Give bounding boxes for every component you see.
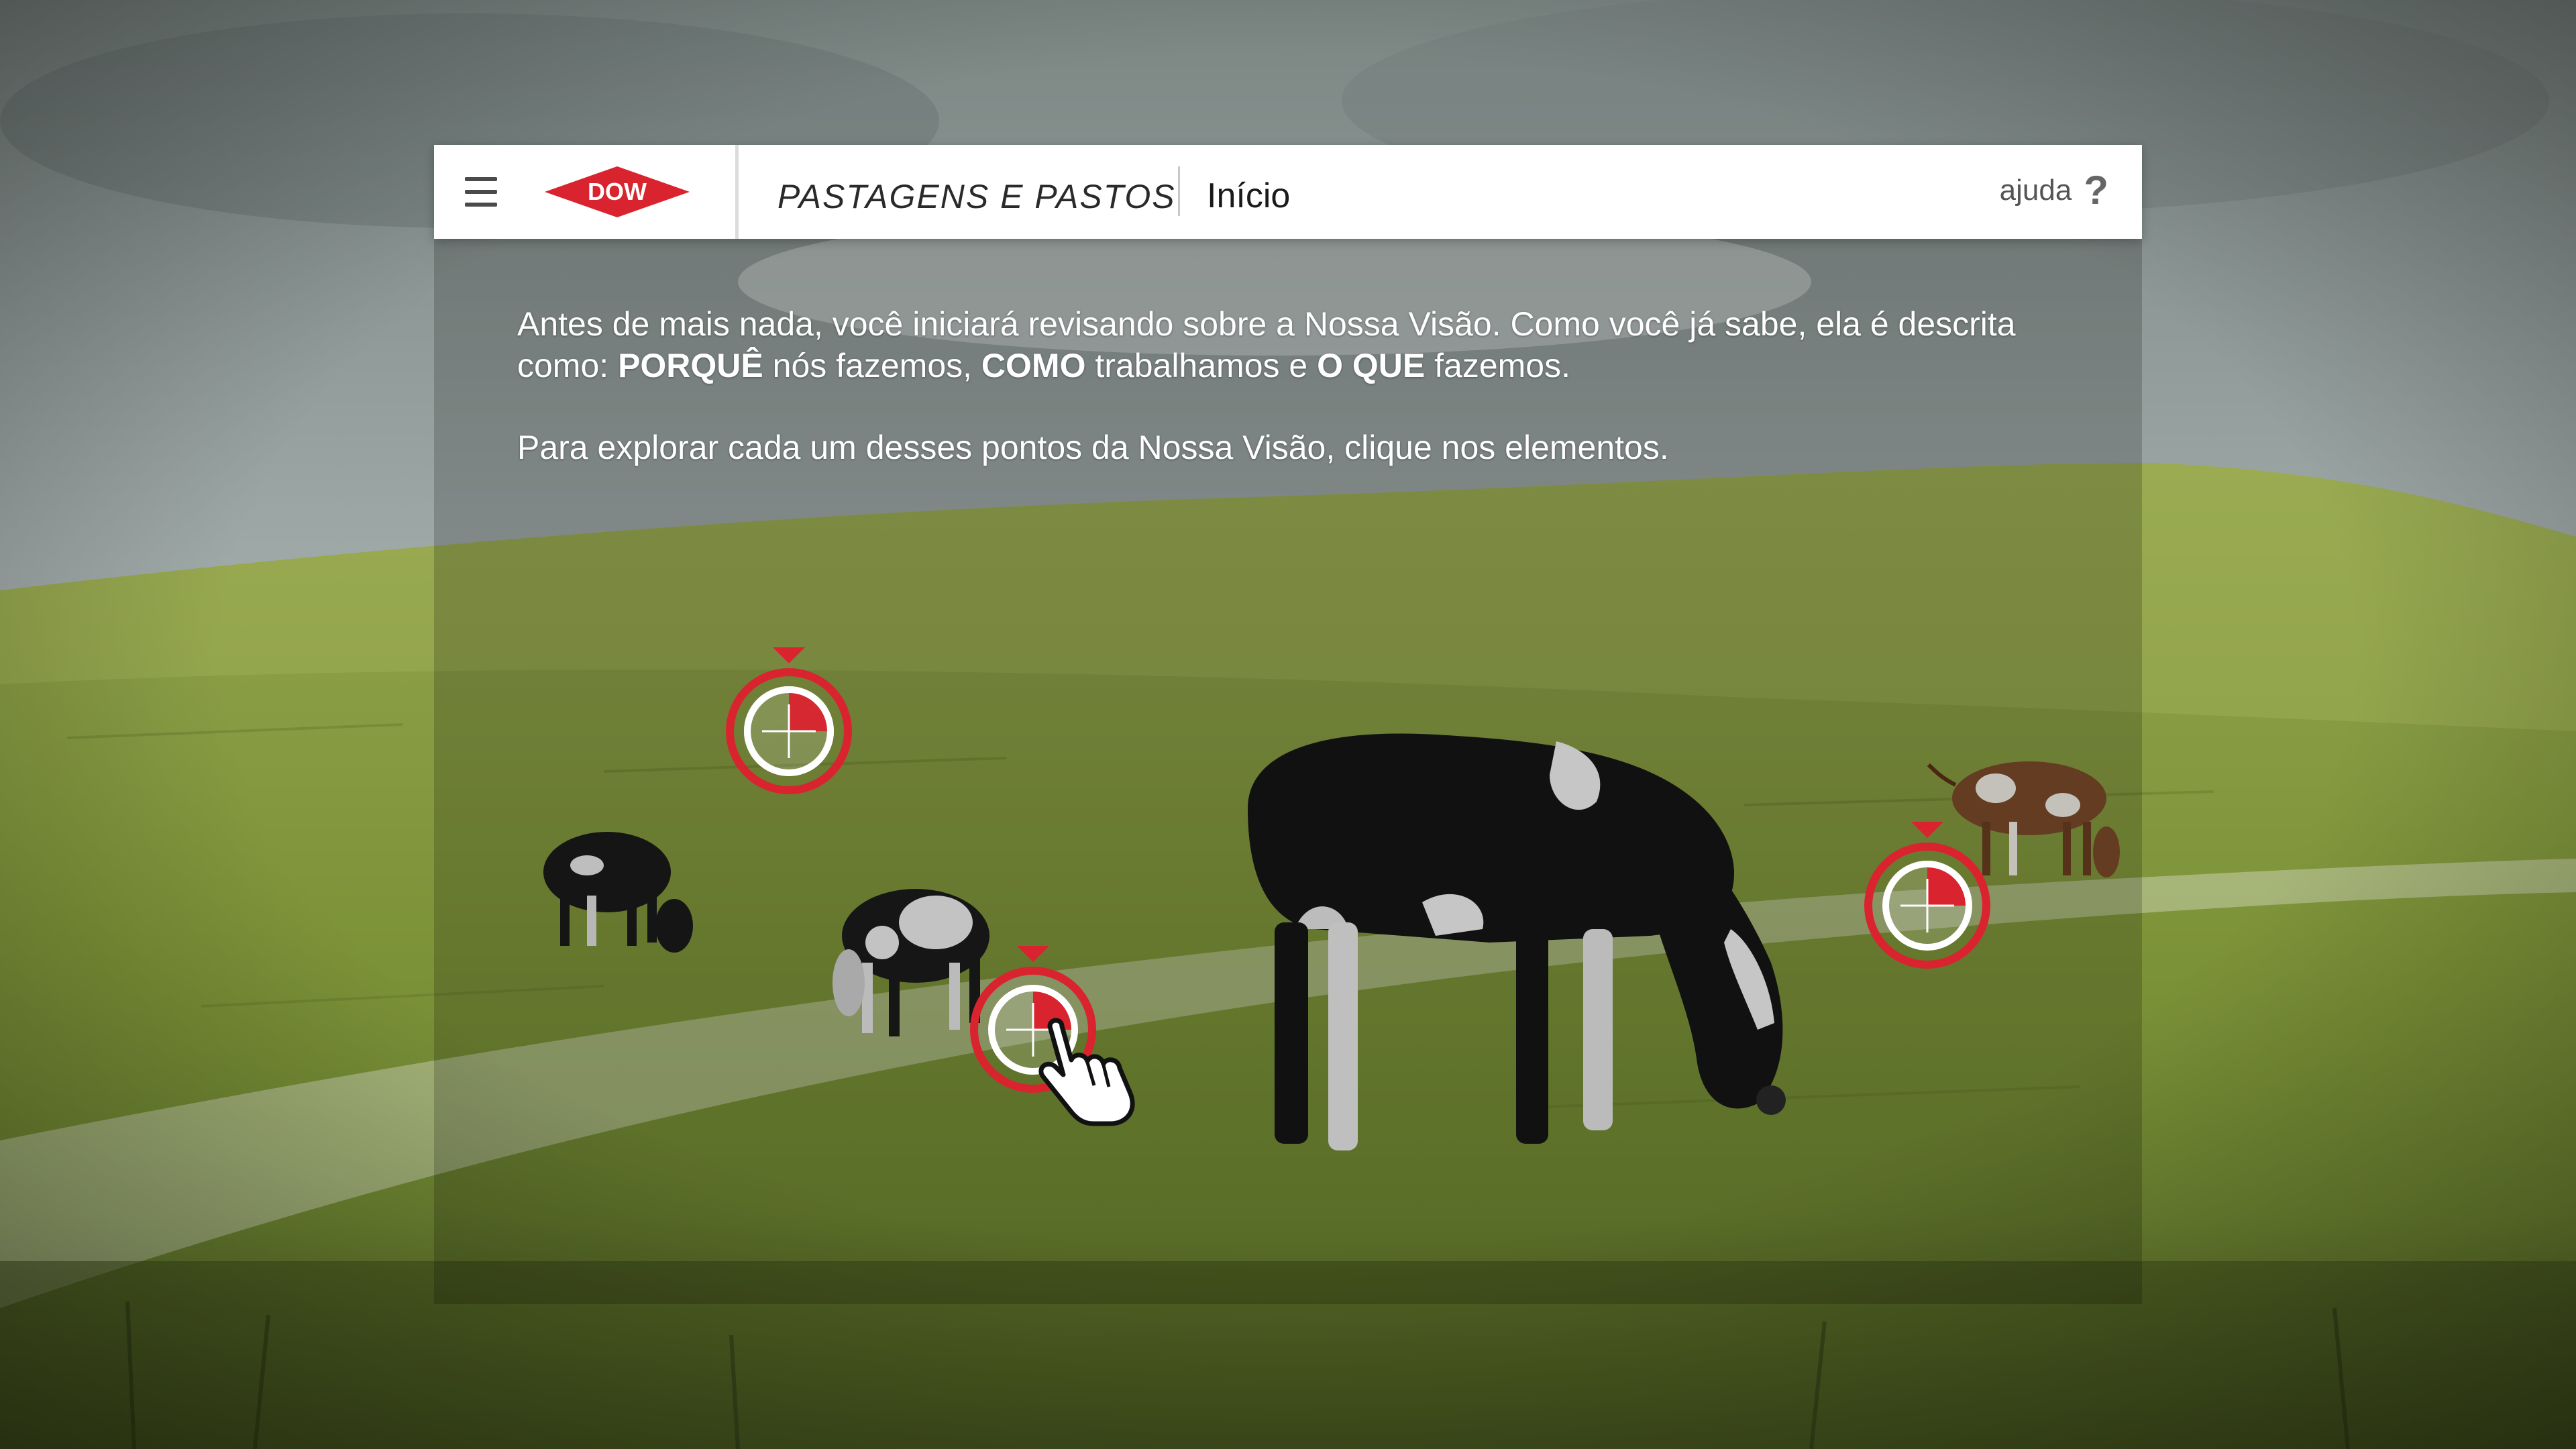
intro-paragraph-2: Para explorar cada um desses pontos da N… bbox=[517, 429, 1669, 466]
intro-text: Antes de mais nada, você iniciará revisa… bbox=[517, 303, 2074, 468]
keyword-why: PORQUÊ bbox=[618, 347, 763, 384]
intro-text-fragment: trabalhamos e bbox=[1085, 347, 1318, 384]
content-panel: Antes de mais nada, você iniciará revisa… bbox=[434, 239, 2142, 1304]
hand-pointer-icon bbox=[1038, 1018, 1135, 1126]
header-divider bbox=[735, 145, 739, 239]
help-button[interactable]: ajuda ? bbox=[2000, 170, 2108, 211]
header-divider bbox=[1178, 166, 1180, 216]
hamburger-line bbox=[465, 177, 497, 181]
question-mark-icon: ? bbox=[2084, 168, 2108, 213]
dow-logo: DOW bbox=[545, 166, 690, 217]
hotspot-why[interactable] bbox=[722, 641, 856, 795]
top-navigation-bar: DOW PASTAGENS E PASTOS Início ajuda ? bbox=[434, 145, 2142, 239]
intro-text-fragment: nós fazemos, bbox=[763, 347, 981, 384]
page-title: Início bbox=[1207, 176, 1291, 215]
intro-text-fragment: fazemos. bbox=[1425, 347, 1570, 384]
keyword-what: O QUE bbox=[1317, 347, 1426, 384]
hamburger-line bbox=[465, 203, 497, 207]
intro-text-fragment: como: bbox=[517, 347, 619, 384]
crosshair-target-icon bbox=[726, 647, 852, 794]
course-title: PASTAGENS E PASTOS bbox=[777, 178, 1176, 215]
hamburger-line bbox=[465, 190, 497, 194]
help-label: ajuda bbox=[1999, 174, 2072, 207]
intro-line-1: Antes de mais nada, você iniciará revisa… bbox=[517, 305, 2016, 343]
hotspot-what[interactable] bbox=[1860, 815, 1994, 969]
hamburger-menu-button[interactable] bbox=[462, 174, 500, 209]
intro-paragraph-1: Antes de mais nada, você iniciará revisa… bbox=[517, 303, 2074, 386]
keyword-how: COMO bbox=[981, 347, 1086, 384]
logo-text: DOW bbox=[588, 178, 647, 205]
crosshair-target-icon bbox=[1864, 822, 1990, 969]
